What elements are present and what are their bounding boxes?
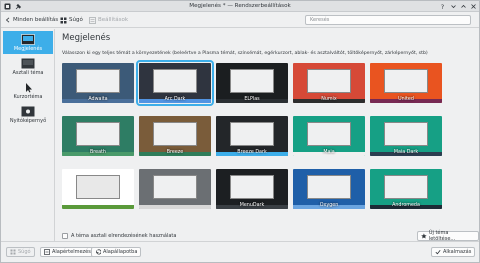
theme-tile[interactable]: Numix [293, 63, 365, 103]
cursor-icon [26, 83, 32, 93]
theme-preview-panel [139, 205, 211, 209]
search-input[interactable]: Keresés [305, 15, 471, 25]
theme-preview-window [153, 69, 197, 93]
theme-preview-window [384, 69, 428, 93]
help-label: Súgó [69, 17, 83, 23]
settings-button[interactable]: Beállítások [89, 15, 128, 25]
page-description: Válasszon ki egy teljes témát a környeze… [62, 51, 428, 56]
apply-button[interactable]: Alkalmazás [431, 247, 476, 257]
theme-preview-window [384, 175, 428, 199]
window-title: Megjelenés * — Rendszerbeállítások [189, 3, 291, 9]
close-icon[interactable] [470, 3, 477, 10]
svg-text:?: ? [441, 3, 444, 10]
settings-label: Beállítások [98, 17, 129, 23]
reset-button[interactable]: Alapállapotba [91, 247, 142, 257]
defaults-icon [44, 249, 50, 255]
theme-name: Numix [321, 97, 337, 102]
theme-name: Oxygen [319, 203, 339, 208]
help-button[interactable]: Súgó [60, 15, 83, 25]
sidebar-item-look-and-feel[interactable]: Megjelenés [3, 31, 53, 54]
get-new-theme-button[interactable]: Új téma letöltése... [417, 230, 479, 242]
theme-tile[interactable]: Breeze [139, 116, 211, 156]
theme-preview-window [307, 122, 351, 146]
all-settings-label: Minden beállítás [13, 17, 59, 23]
toolbar: Minden beállítás Súgó Beállítások Keresé… [1, 12, 479, 28]
theme-preview-window [76, 122, 120, 146]
theme-tile[interactable]: ELPlas [216, 63, 288, 103]
theme-preview-window [230, 175, 274, 199]
theme-tile[interactable] [139, 169, 211, 209]
sidebar-item-label: Asztali téma [12, 70, 44, 76]
sidebar-item-label: Megjelenés [13, 46, 43, 52]
sidebar-item-desktop-theme[interactable]: Asztali téma [3, 55, 53, 78]
theme-preview-window [307, 175, 351, 199]
theme-preview-window [230, 69, 274, 93]
download-star-icon [421, 233, 427, 239]
theme-preview-window [230, 122, 274, 146]
settings-window: Megjelenés * — Rendszerbeállítások ? Min… [0, 0, 480, 263]
minimize-icon[interactable] [450, 3, 457, 10]
desktop-theme-icon [21, 58, 35, 69]
theme-tile[interactable]: Maia Dark [370, 116, 442, 156]
theme-tile[interactable] [62, 169, 134, 209]
theme-preview-window [76, 69, 120, 93]
sidebar-item-cursor-theme[interactable]: Kurzortéma [3, 79, 53, 102]
bottom-help-label: Súgó [18, 249, 31, 255]
theme-name: Breeze [166, 150, 184, 155]
theme-preview-panel [62, 205, 134, 209]
theme-name: Arc Dark [164, 97, 186, 102]
settings-icon [89, 16, 96, 24]
use-layout-option[interactable]: A téma asztali elrendezésének használata [62, 233, 176, 239]
theme-tile[interactable]: Maia [293, 116, 365, 156]
defaults-button[interactable]: Alapértelmezés [40, 247, 95, 257]
theme-tile[interactable]: Adwaita [62, 63, 134, 103]
theme-name: Breath [90, 150, 106, 155]
theme-tile[interactable]: MenuDark [216, 169, 288, 209]
theme-name: Maia Dark [393, 150, 419, 155]
theme-name: United [398, 97, 414, 102]
use-layout-label: A téma asztali elrendezésének használata [71, 233, 177, 239]
theme-preview-window [153, 122, 197, 146]
sidebar-item-label: Kurzortéma [13, 94, 43, 100]
theme-name: Maia [323, 150, 335, 155]
checkmark-icon [435, 249, 441, 255]
splash-screen-icon [21, 106, 35, 117]
theme-tile[interactable]: United [370, 63, 442, 103]
title-bar[interactable]: Megjelenés * — Rendszerbeállítások ? [1, 1, 479, 12]
all-settings-button[interactable]: Minden beállítás [5, 15, 58, 25]
theme-tile[interactable]: Oxygen [293, 169, 365, 209]
theme-preview-window [153, 175, 197, 199]
main-content: Megjelenés Válasszon ki egy teljes témát… [56, 29, 479, 242]
theme-name: Andromeda [392, 203, 420, 208]
help-question-icon[interactable]: ? [439, 3, 446, 10]
theme-tile[interactable]: Andromeda [370, 169, 442, 209]
defaults-label: Alapértelmezés [52, 249, 91, 255]
undo-icon [96, 249, 101, 255]
sidebar: Megjelenés Asztali téma Kurzortéma Nyitó… [1, 29, 55, 241]
help-grid-icon [10, 249, 16, 255]
theme-tile[interactable]: Breeze Dark [216, 116, 288, 156]
theme-name: Breeze Dark [237, 150, 267, 155]
page-title: Megjelenés [62, 33, 111, 43]
arrow-left-icon [5, 17, 10, 23]
apply-label: Alkalmazás [443, 249, 472, 255]
theme-name: MenuDark [239, 203, 265, 208]
maximize-icon[interactable] [460, 3, 467, 10]
theme-preview-window [307, 69, 351, 93]
grid-icon [60, 17, 67, 23]
bottom-bar: Súgó Alapértelmezés Alapállapotba Alkalm… [1, 241, 479, 262]
bottom-help-button[interactable]: Súgó [6, 247, 35, 257]
sidebar-item-label: Nyitóképernyő [9, 118, 47, 124]
reset-label: Alapállapotba [103, 249, 138, 255]
theme-tile[interactable]: Breath [62, 116, 134, 156]
theme-preview-window [384, 122, 428, 146]
theme-name: Adwaita [88, 97, 108, 102]
theme-name: ELPlas [244, 97, 260, 102]
look-and-feel-icon [21, 34, 35, 45]
theme-grid: Adwaita Arc Dark ELPlas Numix United Breath Br… [56, 60, 479, 231]
sidebar-item-splash-screen[interactable]: Nyitóképernyő [3, 103, 53, 126]
theme-preview-window [76, 175, 120, 199]
use-layout-checkbox[interactable] [62, 233, 68, 239]
theme-tile[interactable]: Arc Dark [136, 60, 214, 106]
